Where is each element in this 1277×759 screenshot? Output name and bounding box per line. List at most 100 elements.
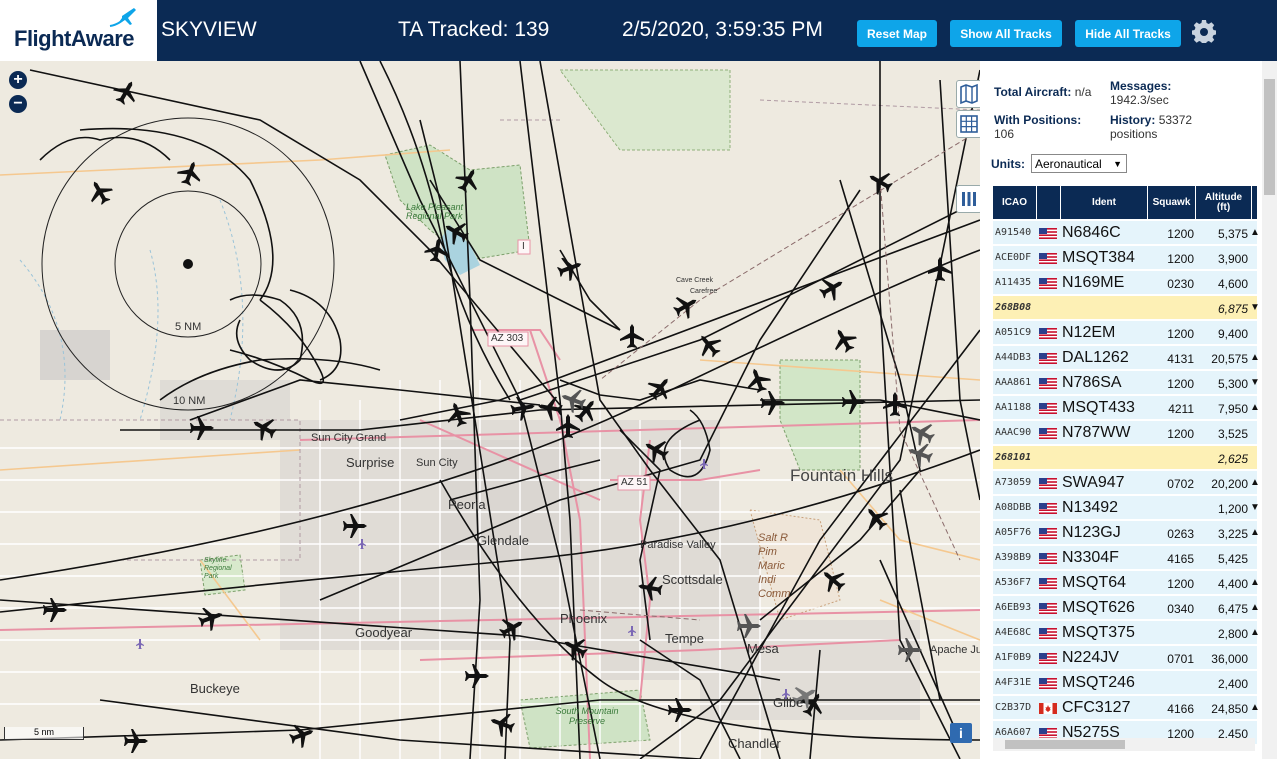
cell-altitude: 3,525 bbox=[1217, 427, 1248, 441]
us-flag-icon bbox=[1039, 503, 1057, 514]
table-header: ICAO Ident Squawk Altitude (ft) bbox=[993, 186, 1257, 219]
col-altitude[interactable]: Altitude (ft) bbox=[1196, 186, 1252, 219]
reset-map-button[interactable]: Reset Map bbox=[857, 20, 937, 47]
cell-altitude: 4,400 bbox=[1217, 577, 1248, 591]
us-flag-icon bbox=[1039, 253, 1057, 264]
cell-squawk: 4131 bbox=[1167, 352, 1194, 366]
us-flag-icon bbox=[1039, 603, 1057, 614]
table-row[interactable]: A4F31E MSQT246 2,400 bbox=[993, 671, 1257, 695]
place-fountain-hills: Fountain Hills bbox=[790, 466, 893, 485]
canada-flag-icon bbox=[1039, 703, 1057, 714]
table-row[interactable]: AA1188 MSQT433 4211 7,950 ▲ bbox=[993, 396, 1260, 420]
altitude-trend-icon: ▲ bbox=[1250, 477, 1260, 488]
zoom-out-button[interactable]: − bbox=[9, 95, 27, 113]
map-canvas[interactable] bbox=[0, 61, 980, 759]
cell-ident: N169ME bbox=[1062, 274, 1125, 291]
info-button[interactable]: i bbox=[950, 723, 972, 743]
gear-icon[interactable] bbox=[1192, 19, 1216, 43]
table-row[interactable]: A051C9 N12EM 1200 9,400 bbox=[993, 321, 1257, 345]
table-row[interactable]: A6EB93 MSQT626 0340 6,475 ▲ bbox=[993, 596, 1260, 620]
place-tempe: Tempe bbox=[665, 631, 705, 646]
columns-button[interactable] bbox=[956, 185, 980, 213]
map-view[interactable]: 5 NM 10 NM Sun City Grand Surprise Sun C… bbox=[0, 61, 980, 759]
history-value: 53372 bbox=[1158, 113, 1193, 127]
messages-value: 1942.3/sec bbox=[1110, 93, 1169, 107]
flightaware-logo[interactable]: FlightAware bbox=[0, 0, 157, 61]
cell-altitude: 1,200 bbox=[1217, 502, 1248, 516]
scrollbar-thumb[interactable] bbox=[1264, 79, 1275, 195]
table-row[interactable]: A11435 N169ME 0230 4,600 bbox=[993, 271, 1257, 295]
place-carefree: Carefree bbox=[690, 288, 718, 295]
table-row[interactable]: A4E68C MSQT375 2,800 ▲ bbox=[993, 621, 1260, 645]
table-row[interactable]: A398B9 N3304F 4165 5,425 bbox=[993, 546, 1257, 570]
panel-scrollbar[interactable] bbox=[1262, 61, 1277, 759]
cell-ident: N786SA bbox=[1062, 374, 1122, 391]
us-flag-icon bbox=[1039, 578, 1057, 589]
cell-altitude: 3,900 bbox=[1217, 252, 1248, 266]
col-squawk[interactable]: Squawk bbox=[1148, 186, 1196, 219]
col-altitude-label: Altitude bbox=[1204, 191, 1243, 203]
zoom-in-button[interactable]: + bbox=[9, 71, 27, 89]
cell-altitude: 20,200 bbox=[1211, 477, 1248, 491]
col-ident[interactable]: Ident bbox=[1061, 186, 1148, 219]
place-chandler: Chandler bbox=[728, 736, 781, 751]
cell-altitude: 2,625 bbox=[1217, 452, 1248, 466]
table-row[interactable]: A05F76 N123GJ 0263 3,225 ▲ bbox=[993, 521, 1260, 545]
place-glendale: Glendale bbox=[477, 533, 530, 548]
with-positions: With Positions: 106 bbox=[994, 113, 1081, 141]
table-row[interactable]: AAA861 N786SA 1200 5,300 ▼ bbox=[993, 371, 1260, 395]
total-aircraft-value: n/a bbox=[1074, 85, 1092, 99]
table-row[interactable]: A536F7 MSQT64 1200 4,400 ▲ bbox=[993, 571, 1260, 595]
altitude-trend-icon: ▲ bbox=[1250, 227, 1260, 238]
table-row[interactable]: ACE0DF MSQT384 1200 3,900 bbox=[993, 246, 1257, 270]
us-flag-icon bbox=[1039, 678, 1057, 689]
shield-i17: I bbox=[522, 241, 525, 252]
cell-ident: MSQT375 bbox=[1062, 624, 1135, 641]
cell-ident: CFC3127 bbox=[1062, 699, 1131, 716]
shield-az51: AZ 51 bbox=[621, 477, 648, 488]
col-flag[interactable] bbox=[1037, 186, 1061, 219]
cell-icao: A44DB3 bbox=[995, 352, 1032, 363]
cell-ident: N12EM bbox=[1062, 324, 1116, 341]
table-toggle-button[interactable] bbox=[956, 110, 980, 138]
total-aircraft-label: Total Aircraft: bbox=[994, 85, 1072, 99]
columns-icon bbox=[962, 192, 976, 206]
table-horizontal-scrollbar[interactable] bbox=[993, 738, 1255, 751]
place-buckeye: Buckeye bbox=[190, 681, 240, 696]
total-aircraft: Total Aircraft: n/a bbox=[994, 85, 1091, 99]
cell-icao: 268101 bbox=[995, 452, 1032, 463]
cell-altitude: 5,300 bbox=[1217, 377, 1248, 391]
map-layers-button[interactable] bbox=[956, 80, 980, 108]
cell-altitude: 6,875 bbox=[1217, 302, 1248, 316]
history-unit: positions bbox=[1110, 127, 1158, 141]
cell-squawk: 4165 bbox=[1167, 552, 1194, 566]
positions-value: 106 bbox=[994, 127, 1015, 141]
horizontal-scrollbar-thumb[interactable] bbox=[1005, 740, 1125, 749]
table-row[interactable]: A08DBB N13492 1,200 ▼ bbox=[993, 496, 1260, 520]
place-gilbert: Gilbe bbox=[773, 695, 804, 710]
cell-altitude: 6,475 bbox=[1217, 602, 1248, 616]
altitude-trend-icon: ▼ bbox=[1250, 502, 1260, 513]
altitude-trend-icon: ▼ bbox=[1250, 377, 1260, 388]
logo-text: FlightAware bbox=[14, 26, 135, 51]
col-icao[interactable]: ICAO bbox=[993, 186, 1037, 219]
table-row[interactable]: C2B37D CFC3127 4166 24,850 ▲ bbox=[993, 696, 1260, 720]
cell-ident: N787WW bbox=[1062, 424, 1131, 441]
cell-ident: MSQT384 bbox=[1062, 249, 1135, 266]
table-row[interactable]: A73059 SWA947 0702 20,200 ▲ bbox=[993, 471, 1260, 495]
table-row[interactable]: A1F0B9 N224JV 0701 36,000 bbox=[993, 646, 1257, 670]
cell-squawk: 0702 bbox=[1167, 477, 1194, 491]
history: History: 53372 positions bbox=[1110, 113, 1192, 141]
us-flag-icon bbox=[1039, 553, 1057, 564]
cell-icao: AA1188 bbox=[995, 402, 1032, 413]
table-row[interactable]: A91540 N6846C 1200 5,375 ▲ bbox=[993, 221, 1260, 245]
table-row[interactable]: A44DB3 DAL1262 4131 20,575 ▲ bbox=[993, 346, 1260, 370]
cell-icao: A051C9 bbox=[995, 327, 1032, 338]
units-select[interactable]: Aeronautical ▼ bbox=[1031, 154, 1127, 173]
table-row[interactable]: 268B08 6,875 ▼ bbox=[993, 296, 1260, 320]
hide-all-tracks-button[interactable]: Hide All Tracks bbox=[1075, 20, 1181, 47]
table-row[interactable]: 268101 2,625 bbox=[993, 446, 1257, 470]
cell-ident: N3304F bbox=[1062, 549, 1119, 566]
show-all-tracks-button[interactable]: Show All Tracks bbox=[950, 20, 1062, 47]
table-row[interactable]: AAAC90 N787WW 1200 3,525 bbox=[993, 421, 1257, 445]
